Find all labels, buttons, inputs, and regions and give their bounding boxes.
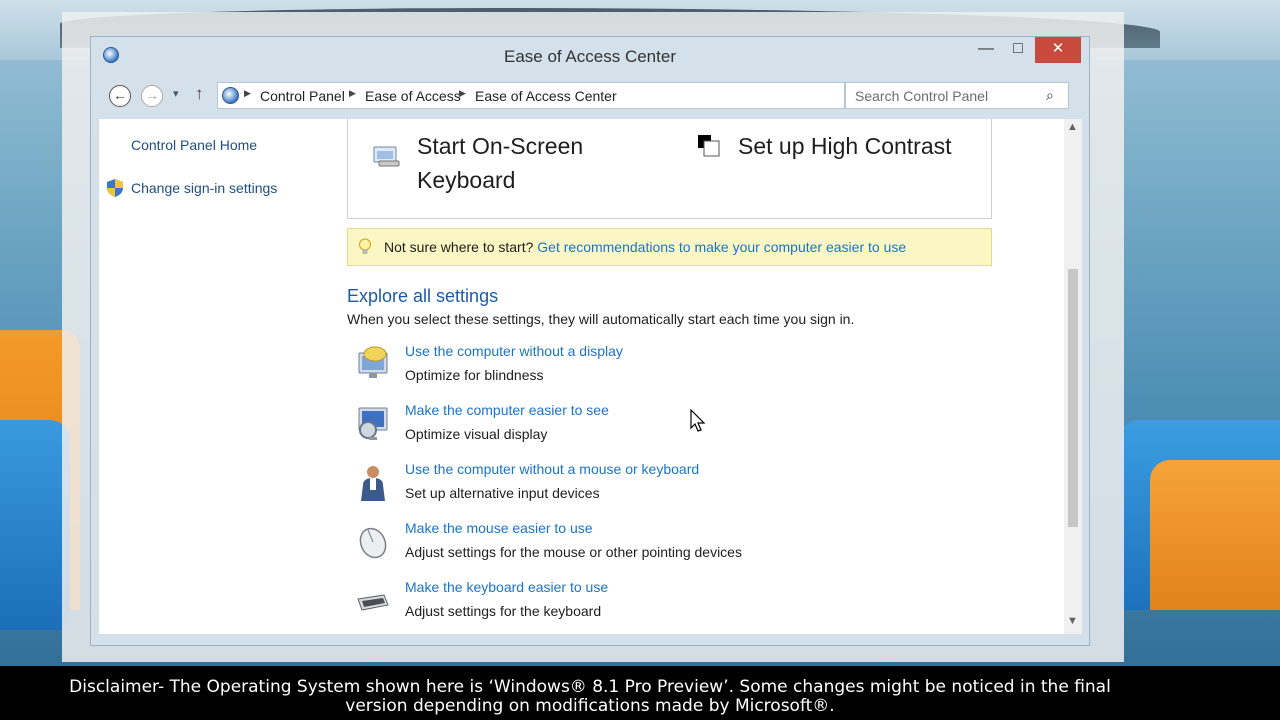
mouse-icon xyxy=(359,527,387,559)
tip-text: Not sure where to start? Get recommendat… xyxy=(384,239,906,255)
desktop-sofa-right-orange xyxy=(1150,460,1280,610)
start-on-screen-keyboard-link[interactable]: Start On-Screen Keyboard xyxy=(417,129,657,197)
chevron-right-icon[interactable]: ▶ xyxy=(244,88,251,99)
uac-shield-icon xyxy=(107,179,123,197)
set-up-high-contrast-link[interactable]: Set up High Contrast xyxy=(738,129,952,163)
close-button[interactable]: ✕ xyxy=(1035,37,1081,63)
person-icon xyxy=(361,466,385,501)
breadcrumb[interactable]: ▶ Control Panel ▶ Ease of Access ▶ Ease … xyxy=(217,82,917,109)
make-keyboard-easier-link[interactable]: Make the keyboard easier to use xyxy=(405,579,608,595)
quick-access-panel: Start On-Screen Keyboard Set up High Con… xyxy=(347,119,992,219)
use-without-display-link[interactable]: Use the computer without a display xyxy=(405,343,623,359)
breadcrumb-ease-of-access[interactable]: Ease of Access xyxy=(365,88,461,104)
address-bar: ← → ▾ ↑ ▶ Control Panel ▶ Ease of Access… xyxy=(107,81,1073,111)
window-title: Ease of Access Center xyxy=(504,47,676,66)
setting-description: Set up alternative input devices xyxy=(405,485,600,501)
make-easier-to-see-link[interactable]: Make the computer easier to see xyxy=(405,402,609,418)
title-bar[interactable]: Ease of Access Center — □ ✕ xyxy=(91,37,1089,77)
ease-of-access-window: Ease of Access Center — □ ✕ ← → ▾ ↑ ▶ Co… xyxy=(90,36,1090,646)
scroll-up-button[interactable]: ▲ xyxy=(1067,121,1078,133)
chevron-right-icon[interactable]: ▶ xyxy=(459,88,466,99)
list-item: Use the computer without a mouse or keyb… xyxy=(355,461,955,509)
setting-description: Optimize visual display xyxy=(405,426,548,442)
explore-all-settings-heading: Explore all settings xyxy=(347,286,499,306)
lightbulb-icon xyxy=(359,238,371,254)
breadcrumb-control-panel[interactable]: Control Panel xyxy=(260,88,345,104)
desktop-sofa-left-blue xyxy=(0,420,70,630)
on-screen-keyboard-icon[interactable] xyxy=(373,143,401,167)
recommendation-tip: Not sure where to start? Get recommendat… xyxy=(347,228,992,266)
up-button[interactable]: ↑ xyxy=(195,84,204,104)
sidebar-item-change-sign-in-settings[interactable]: Change sign-in settings xyxy=(131,180,277,196)
list-item: Make the keyboard easier to use Adjust s… xyxy=(355,579,955,627)
list-item: Make the mouse easier to use Adjust sett… xyxy=(355,520,955,568)
high-contrast-icon[interactable] xyxy=(698,135,722,159)
recent-locations-chevron-icon[interactable]: ▾ xyxy=(173,87,179,100)
minimize-button[interactable]: — xyxy=(971,37,1001,63)
disclaimer-text: Disclaimer- The Operating System shown h… xyxy=(69,677,1111,716)
chevron-right-icon[interactable]: ▶ xyxy=(349,88,356,99)
use-without-mouse-or-keyboard-link[interactable]: Use the computer without a mouse or keyb… xyxy=(405,461,699,477)
setting-description: Adjust settings for the keyboard xyxy=(405,603,602,619)
sidebar-item-control-panel-home[interactable]: Control Panel Home xyxy=(131,137,257,153)
back-button[interactable]: ← xyxy=(109,85,131,107)
list-item: Make the computer easier to see Optimize… xyxy=(355,402,955,450)
vertical-scrollbar[interactable]: ▲ ▼ xyxy=(1064,119,1082,634)
monitor-magnifier-icon xyxy=(358,407,388,440)
keyboard-icon xyxy=(357,594,389,611)
search-icon[interactable]: ⌕ xyxy=(1046,87,1054,104)
monitor-speech-icon xyxy=(358,346,388,378)
breadcrumb-ease-of-access-center[interactable]: Ease of Access Center xyxy=(475,88,617,104)
tip-prefix: Not sure where to start? xyxy=(384,239,534,255)
forward-button[interactable]: → xyxy=(141,85,163,107)
scroll-down-button[interactable]: ▼ xyxy=(1067,615,1078,627)
mouse-cursor-icon xyxy=(690,409,706,432)
scrollbar-thumb[interactable] xyxy=(1068,269,1078,527)
search-placeholder: Search Control Panel xyxy=(855,88,989,104)
explore-description: When you select these settings, they wil… xyxy=(347,311,855,327)
maximize-button[interactable]: □ xyxy=(1003,37,1033,63)
main-content: Control Panel Home Change sign-in settin… xyxy=(99,119,1082,634)
search-input[interactable]: Search Control Panel ⌕ xyxy=(845,82,1069,109)
setting-description: Optimize for blindness xyxy=(405,367,544,383)
disclaimer-banner: Disclaimer- The Operating System shown h… xyxy=(0,666,1280,720)
setting-description: Adjust settings for the mouse or other p… xyxy=(405,544,742,560)
list-item: Use the computer without a display Optim… xyxy=(355,343,955,391)
control-panel-icon xyxy=(222,87,239,104)
get-recommendations-link[interactable]: Get recommendations to make your compute… xyxy=(537,239,906,255)
make-mouse-easier-link[interactable]: Make the mouse easier to use xyxy=(405,520,593,536)
